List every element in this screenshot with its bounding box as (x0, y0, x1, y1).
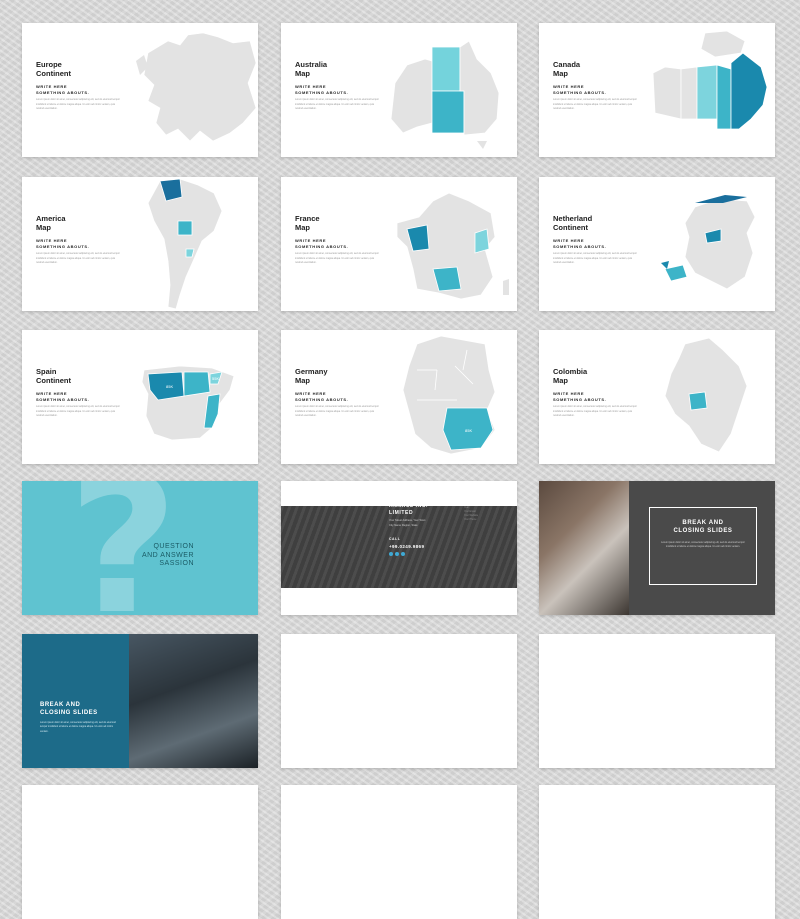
slide-colombia[interactable]: Colombia Map WRITE HERE SOMETHING ABOUTS… (539, 330, 775, 464)
company-address: Your Street Address, Your Town City Name… (389, 519, 426, 527)
slide-subtitle: WRITE HERE SOMETHING ABOUTS. (553, 84, 607, 95)
facebook-icon[interactable] (389, 552, 393, 556)
slide-france[interactable]: France Map WRITE HERE SOMETHING ABOUTS. … (281, 177, 517, 311)
slide-contact[interactable]: ANNAUL INC. LIMITED Your Street Address,… (281, 481, 517, 615)
slide-spain[interactable]: Spain Continent WRITE HERE SOMETHING ABO… (22, 330, 258, 464)
slide-subtitle: WRITE HERE SOMETHING ABOUTS. (36, 84, 90, 95)
slide-title: Canada Map (553, 60, 581, 78)
canada-map (652, 30, 768, 130)
slide-title: Australia Map (295, 60, 328, 78)
slide-break-closing-2[interactable]: BREAK AND CLOSING SLIDES Lorem ipsum dol… (22, 634, 258, 768)
slide-subtitle: WRITE HERE SOMETHING ABOUTS. (295, 84, 349, 95)
slide-body: Lorem ipsum dolor sit amet, consectetur … (295, 98, 379, 110)
map-label: 85K (465, 428, 472, 433)
slide-body: Lorem ipsum dolor sit amet, consectetur … (295, 252, 379, 264)
south-america-map (147, 178, 223, 310)
slide-body: Lorem ipsum dolor sit amet, consectetur … (36, 98, 120, 110)
slide-subtitle: WRITE HERE SOMETHING ABOUTS. (36, 238, 90, 249)
slide-subtitle: WRITE HERE SOMETHING ABOUTS. (295, 238, 349, 249)
slide-body: Lorem ipsum dolor sit amet, consectetur … (295, 405, 379, 417)
closing-body: Lorem ipsum dolor sit amet, consectetur … (661, 541, 745, 549)
slide-title: Germany Map (295, 367, 328, 385)
email-icon[interactable] (401, 552, 405, 556)
spain-map: 85K 55K (141, 365, 235, 441)
slide-blank-1[interactable] (281, 634, 517, 768)
map-label: 55K (212, 376, 219, 381)
slide-subtitle: WRITE HERE SOMETHING ABOUTS. (36, 391, 90, 402)
australia-map (390, 40, 500, 149)
call-label: CALL (389, 537, 401, 541)
slide-subtitle: WRITE HERE SOMETHING ABOUTS. (295, 391, 349, 402)
closing-title: BREAK AND CLOSING SLIDES (673, 520, 733, 534)
slide-germany[interactable]: Germany Map WRITE HERE SOMETHING ABOUTS.… (281, 330, 517, 464)
slide-partial-2[interactable] (281, 785, 517, 919)
slide-subtitle: WRITE HERE SOMETHING ABOUTS. (553, 391, 607, 402)
slide-europe[interactable]: Europe Continent WRITE HERE SOMETHING AB… (22, 23, 258, 157)
slide-title: America Map (36, 214, 66, 232)
slide-america[interactable]: America Map WRITE HERE SOMETHING ABOUTS.… (22, 177, 258, 311)
germany-map: 85K (402, 335, 496, 455)
slide-question-answer[interactable]: ? QUESTION AND ANSWER SASSION (22, 481, 258, 615)
map-label: 85K (166, 384, 173, 389)
slide-australia[interactable]: Australia Map WRITE HERE SOMETHING ABOUT… (281, 23, 517, 157)
closing-body: Lorem ipsum dolor sit amet, consectetur … (40, 721, 116, 733)
closing-title: BREAK AND CLOSING SLIDES (40, 702, 98, 716)
netherlands-map (661, 195, 756, 290)
slide-break-closing[interactable]: BREAK AND CLOSING SLIDES Lorem ipsum dol… (539, 481, 775, 615)
side-notes: Year Your Email Your Website Your Phone (464, 506, 479, 521)
slide-title: Netherland Continent (553, 214, 593, 232)
woman-laptop-photo (539, 481, 629, 615)
slide-partial-3[interactable] (539, 785, 775, 919)
slide-blank-2[interactable] (539, 634, 775, 768)
slide-title: France Map (295, 214, 320, 232)
slide-body: Lorem ipsum dolor sit amet, consectetur … (553, 252, 637, 264)
colombia-map (664, 337, 748, 453)
phone-number: +99.0249.9869 (389, 544, 425, 549)
slide-title: Spain Continent (36, 367, 71, 385)
slide-title: Europe Continent (36, 60, 71, 78)
man-phone-photo (127, 634, 258, 768)
europe-map (136, 32, 257, 142)
slide-body: Lorem ipsum dolor sit amet, consectetur … (553, 405, 637, 417)
slide-subtitle: WRITE HERE SOMETHING ABOUTS. (553, 238, 607, 249)
twitter-icon[interactable] (395, 552, 399, 556)
slide-netherland[interactable]: Netherland Continent WRITE HERE SOMETHIN… (539, 177, 775, 311)
slide-body: Lorem ipsum dolor sit amet, consectetur … (36, 405, 120, 417)
slide-title: Colombia Map (553, 367, 588, 385)
company-name: ANNAUL INC. LIMITED (389, 503, 429, 516)
france-map (396, 192, 509, 300)
slide-partial-1[interactable] (22, 785, 258, 919)
qa-title: QUESTION AND ANSWER SASSION (141, 543, 194, 567)
slide-body: Lorem ipsum dolor sit amet, consectetur … (553, 98, 637, 110)
slide-body: Lorem ipsum dolor sit amet, consectetur … (36, 252, 120, 264)
slide-canada[interactable]: Canada Map WRITE HERE SOMETHING ABOUTS. … (539, 23, 775, 157)
